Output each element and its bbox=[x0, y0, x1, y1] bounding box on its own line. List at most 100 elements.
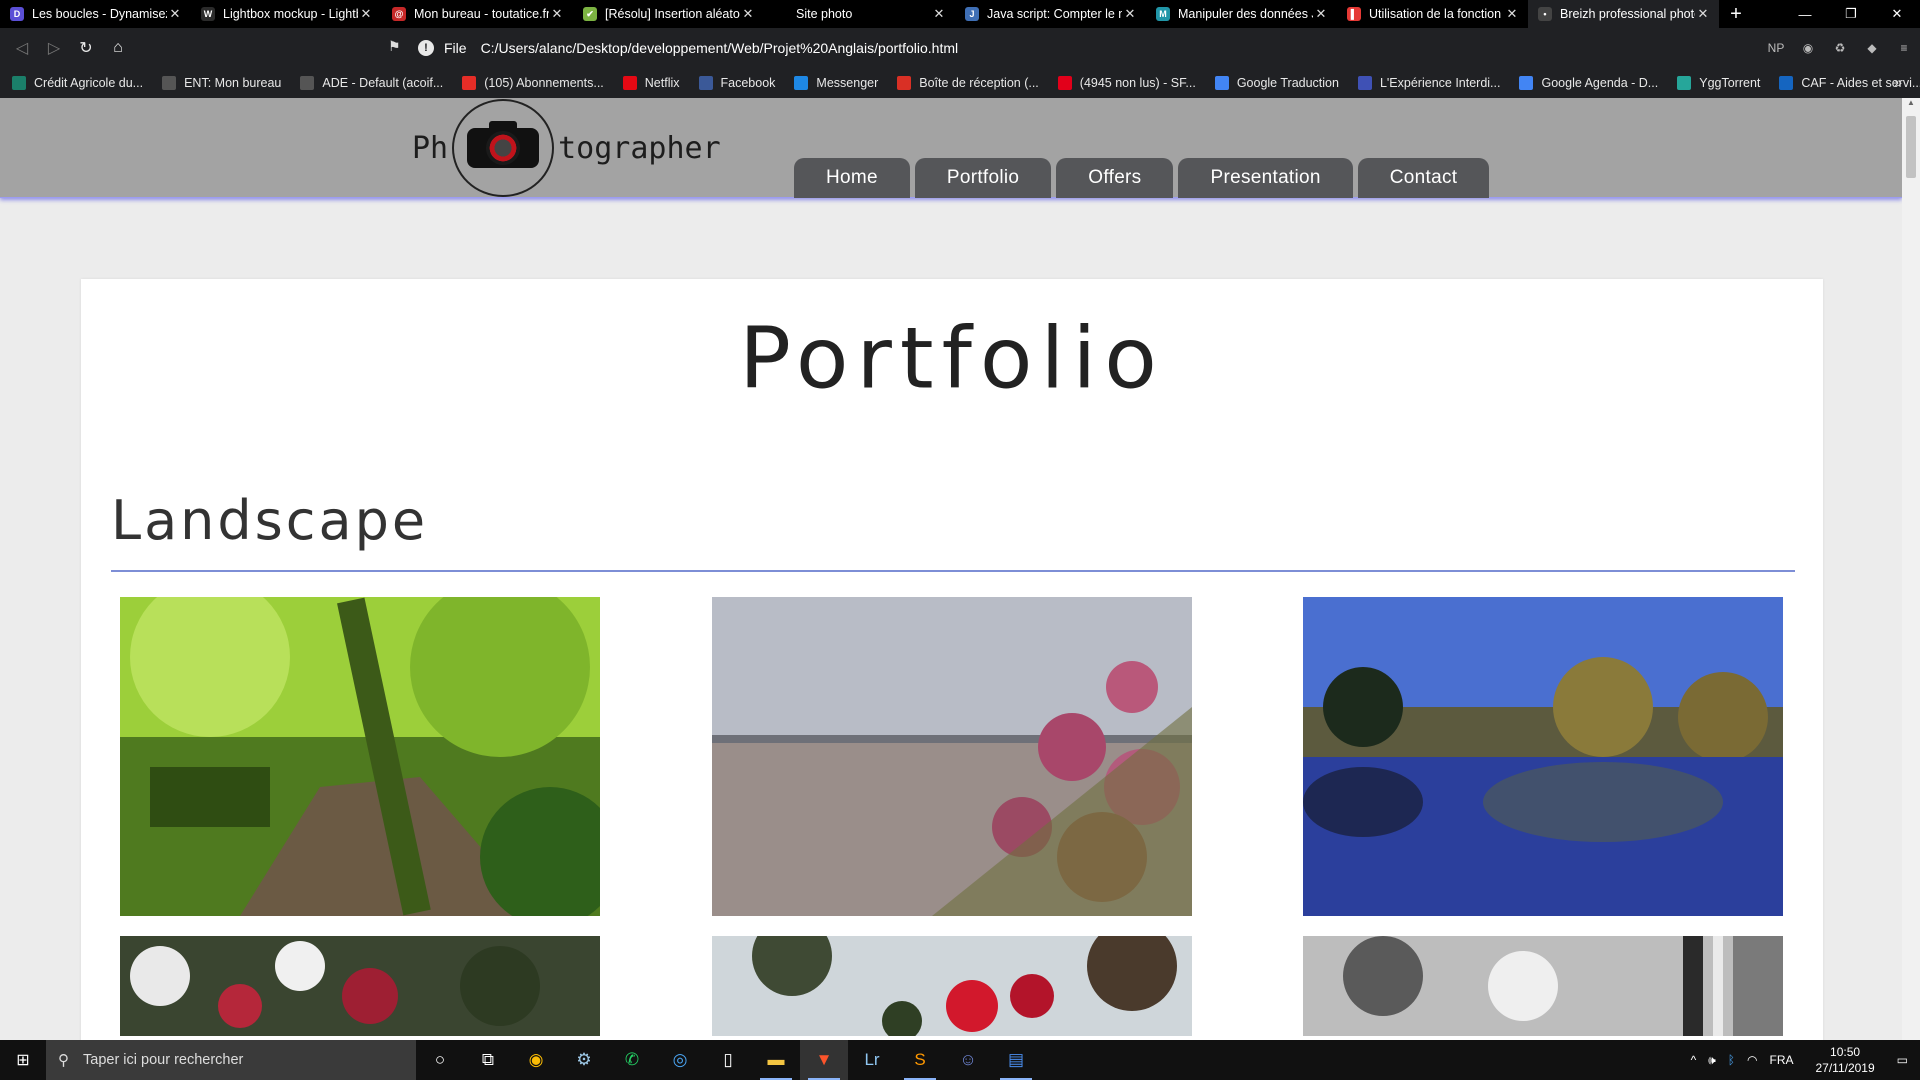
document-icon[interactable]: ▯ bbox=[704, 1040, 752, 1080]
bookmark-label: (4945 non lus) - SF... bbox=[1079, 76, 1196, 90]
volume-icon[interactable]: 🕪 bbox=[1708, 1053, 1716, 1068]
photo-lake-reflection[interactable] bbox=[1303, 597, 1783, 916]
browser-tab[interactable]: • Breizh professional photo ✕ bbox=[1528, 0, 1719, 28]
close-icon[interactable]: ✕ bbox=[167, 6, 183, 22]
discord-icon[interactable]: ☺ bbox=[944, 1040, 992, 1080]
bluetooth-icon[interactable]: ᛒ bbox=[1728, 1053, 1735, 1067]
extension-icon[interactable]: ♻ bbox=[1827, 35, 1853, 61]
bookmark-favicon-icon bbox=[300, 76, 315, 90]
system-tray: ^ 🕪 ᛒ ◠ FRA 10:50 27/11/2019 ▭ bbox=[1685, 1040, 1920, 1080]
bookmarks-bar: Crédit Agricole du... ENT: Mon bureau ADE … bbox=[0, 68, 1920, 98]
vertical-scrollbar[interactable]: ▲ bbox=[1902, 98, 1920, 1040]
new-tab-button[interactable]: + bbox=[1719, 3, 1753, 26]
taskbar-search[interactable]: ⚲ Taper ici pour rechercher bbox=[46, 1040, 416, 1080]
close-icon[interactable]: ✕ bbox=[1695, 6, 1711, 22]
bookmark-item[interactable]: YggTorrent bbox=[1677, 76, 1760, 90]
bookmark-item[interactable]: ADE - Default (acoif... bbox=[300, 76, 443, 90]
browser-tab[interactable]: ✔ [Résolu] Insertion aléatoi ✕ bbox=[573, 0, 764, 28]
close-icon[interactable]: ✕ bbox=[1313, 6, 1329, 22]
wifi-icon[interactable]: ◠ bbox=[1747, 1053, 1757, 1067]
clock[interactable]: 10:50 27/11/2019 bbox=[1809, 1044, 1880, 1076]
nav-portfolio[interactable]: Portfolio bbox=[914, 158, 1052, 198]
scroll-up-icon[interactable]: ▲ bbox=[1902, 98, 1920, 112]
windows-start-icon[interactable]: ⊞ bbox=[0, 1040, 46, 1080]
site-logo[interactable]: Ph tographer bbox=[412, 98, 721, 198]
nav-contact[interactable]: Contact bbox=[1357, 158, 1490, 198]
bookmark-item[interactable]: (105) Abonnements... bbox=[462, 76, 604, 90]
url-text[interactable]: C:/Users/alanc/Desktop/developpement/Web… bbox=[481, 40, 959, 56]
nav-home[interactable]: Home bbox=[794, 158, 910, 198]
bookmark-item[interactable]: Messenger bbox=[794, 76, 878, 90]
close-window-button[interactable]: ✕ bbox=[1874, 0, 1920, 28]
close-icon[interactable]: ✕ bbox=[931, 6, 947, 22]
nav-offers[interactable]: Offers bbox=[1056, 158, 1174, 198]
steam-icon[interactable]: ⚙ bbox=[560, 1040, 608, 1080]
photo-red-flowers-sky[interactable] bbox=[712, 936, 1192, 1036]
sublime-icon[interactable]: S bbox=[896, 1040, 944, 1080]
bookmark-item[interactable]: Google Traduction bbox=[1214, 76, 1339, 90]
browser-tab[interactable]: Site photo ✕ bbox=[764, 0, 955, 28]
back-button[interactable]: ◁ bbox=[6, 32, 38, 64]
browser-tab[interactable]: ▌ Utilisation de la fonction ✕ bbox=[1337, 0, 1528, 28]
photo-beach-flowers[interactable] bbox=[712, 597, 1192, 916]
photo-red-flowers-tree[interactable] bbox=[120, 936, 600, 1036]
bookmark-item[interactable]: Boîte de réception (... bbox=[897, 76, 1039, 90]
notification-icon[interactable]: ▭ bbox=[1897, 1053, 1908, 1067]
home-button[interactable]: ⌂ bbox=[102, 32, 134, 64]
nav-presentation[interactable]: Presentation bbox=[1178, 158, 1353, 198]
file-explorer-icon[interactable]: ▬ bbox=[752, 1040, 800, 1080]
bookmark-favicon-icon bbox=[1519, 76, 1534, 90]
browser-tab[interactable]: W Lightbox mockup - Lightb ✕ bbox=[191, 0, 382, 28]
bookmark-item[interactable]: (4945 non lus) - SF... bbox=[1057, 76, 1196, 90]
lightroom-icon[interactable]: Lr bbox=[848, 1040, 896, 1080]
bookmark-item[interactable]: Google Agenda - D... bbox=[1519, 76, 1658, 90]
uplay-icon[interactable]: ◎ bbox=[656, 1040, 704, 1080]
clock-time: 10:50 bbox=[1830, 1045, 1861, 1059]
extension-icon[interactable]: ◆ bbox=[1859, 35, 1885, 61]
address-field[interactable]: ! File C:/Users/alanc/Desktop/developpem… bbox=[418, 34, 1428, 62]
task-view-icon[interactable]: ⧉ bbox=[464, 1040, 512, 1080]
bookmark-item[interactable]: L'Expérience Interdi... bbox=[1357, 76, 1501, 90]
info-icon[interactable]: ! bbox=[418, 40, 434, 56]
tab-title: Les boucles - Dynamisez bbox=[32, 7, 167, 21]
minimize-button[interactable]: — bbox=[1782, 0, 1828, 28]
search-icon: ⚲ bbox=[58, 1052, 69, 1069]
close-icon[interactable]: ✕ bbox=[358, 6, 374, 22]
restore-button[interactable]: ❐ bbox=[1828, 0, 1874, 28]
scroll-thumb[interactable] bbox=[1906, 116, 1916, 178]
browser-tab[interactable]: M Manipuler des données J ✕ bbox=[1146, 0, 1337, 28]
browser-tab[interactable]: J Java script: Compter le n ✕ bbox=[955, 0, 1146, 28]
page-viewport: Ph tographer Home Portfolio Offers Presenta… bbox=[0, 98, 1902, 1040]
reload-button[interactable]: ↻ bbox=[70, 32, 102, 64]
bookmark-icon[interactable]: ⚑ bbox=[388, 38, 401, 55]
bookmarks-overflow-icon[interactable]: » bbox=[1894, 74, 1902, 90]
chrome-icon[interactable]: ◉ bbox=[512, 1040, 560, 1080]
extension-icon[interactable]: ≡ bbox=[1891, 35, 1917, 61]
bookmark-label: L'Expérience Interdi... bbox=[1379, 76, 1501, 90]
bookmark-item[interactable]: Facebook bbox=[698, 76, 775, 90]
bookmark-item[interactable]: Crédit Agricole du... bbox=[12, 76, 143, 90]
close-icon[interactable]: ✕ bbox=[549, 6, 565, 22]
brave-icon[interactable]: ▼ bbox=[800, 1040, 848, 1080]
browser-tab[interactable]: D Les boucles - Dynamisez ✕ bbox=[0, 0, 191, 28]
tab-favicon-icon: D bbox=[10, 7, 24, 21]
language-indicator[interactable]: FRA bbox=[1769, 1053, 1793, 1067]
bookmark-label: (105) Abonnements... bbox=[484, 76, 604, 90]
browser-tab[interactable]: @ Mon bureau - toutatice.fr ✕ bbox=[382, 0, 573, 28]
whatsapp-icon[interactable]: ✆ bbox=[608, 1040, 656, 1080]
bookmark-item[interactable]: Netflix bbox=[622, 76, 680, 90]
extension-icon[interactable]: NP bbox=[1763, 35, 1789, 61]
photo-window-bw[interactable] bbox=[1303, 936, 1783, 1036]
bookmark-favicon-icon bbox=[897, 76, 912, 90]
photo-forest-path[interactable] bbox=[120, 597, 600, 916]
chevron-up-icon[interactable]: ^ bbox=[1691, 1053, 1697, 1067]
close-icon[interactable]: ✕ bbox=[740, 6, 756, 22]
bookmark-item[interactable]: ENT: Mon bureau bbox=[162, 76, 281, 90]
tab-favicon-icon bbox=[774, 7, 788, 21]
forward-button[interactable]: ▷ bbox=[38, 32, 70, 64]
close-icon[interactable]: ✕ bbox=[1504, 6, 1520, 22]
extension-icon[interactable]: ◉ bbox=[1795, 35, 1821, 61]
cortana-icon[interactable]: ○ bbox=[416, 1040, 464, 1080]
close-icon[interactable]: ✕ bbox=[1122, 6, 1138, 22]
word-doc-icon[interactable]: ▤ bbox=[992, 1040, 1040, 1080]
